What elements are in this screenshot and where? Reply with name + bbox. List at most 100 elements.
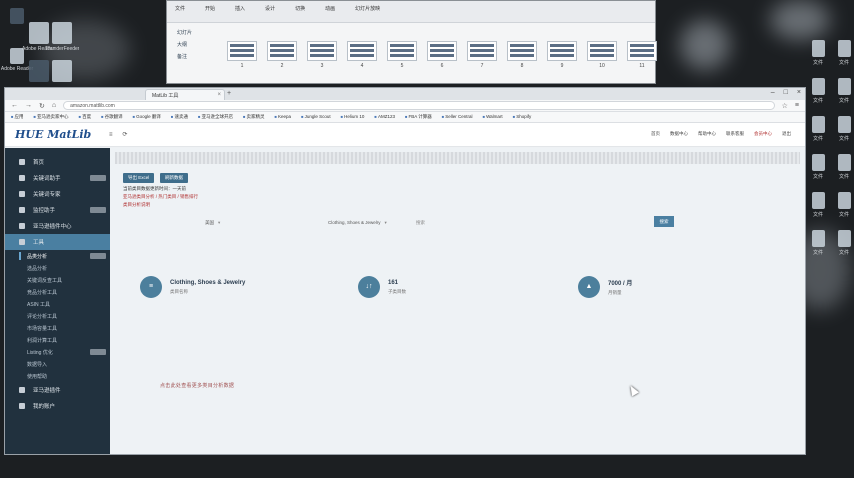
slide-thumbnail[interactable]: 10 <box>587 41 617 69</box>
maximize-icon[interactable]: □ <box>784 89 788 96</box>
app-logo[interactable]: HUE MatLib <box>5 128 109 141</box>
slide-thumbnail[interactable]: 6 <box>427 41 457 69</box>
sidebar-subitem[interactable]: 市场容量工具 <box>5 322 110 334</box>
sidebar-subitem[interactable]: 数据导入 <box>5 358 110 370</box>
topnav-link[interactable]: 帮助中心 <box>698 131 716 137</box>
ribbon-tab[interactable]: 插入 <box>235 5 245 18</box>
menu-icon[interactable]: ≡ <box>795 102 799 109</box>
sidebar-subitem[interactable]: ASIN 工具 <box>5 298 110 310</box>
bookmark-item[interactable]: 卖家精灵 <box>243 114 265 120</box>
bookmark-item[interactable]: Google 翻译 <box>133 114 161 120</box>
bookmark-item[interactable]: 谷歌翻译 <box>101 114 123 120</box>
new-tab-icon[interactable]: + <box>227 90 231 97</box>
sidebar-subitem[interactable]: 使用帮助 <box>5 370 110 382</box>
sidebar-subitem[interactable]: 关键词反查工具 <box>5 274 110 286</box>
star-icon[interactable]: ☆ <box>782 102 788 110</box>
more-data-link[interactable]: 点击此处查看更多类目分析数据 <box>160 382 234 389</box>
desktop-file-icon[interactable]: 文件 <box>831 116 854 142</box>
sidebar-item[interactable]: 关键词专家 <box>5 186 110 202</box>
forward-icon[interactable]: → <box>25 102 32 109</box>
bookmark-item[interactable]: Seller Central <box>442 114 472 120</box>
sidebar-subitem[interactable]: 选品分析 <box>5 262 110 274</box>
bookmark-item[interactable]: 百度 <box>79 114 91 120</box>
desktop-file-icon[interactable]: 文件 <box>831 154 854 180</box>
bookmark-item[interactable]: 速卖通 <box>171 114 188 120</box>
close-icon[interactable]: × <box>217 92 221 98</box>
bookmark-item[interactable]: Jungle Scout <box>301 114 331 120</box>
desktop-file-icon[interactable]: 文件 <box>805 78 831 104</box>
panel-item[interactable]: 大纲 <box>177 41 227 48</box>
desktop-file-icon[interactable]: 文件 <box>831 192 854 218</box>
ribbon-tab[interactable]: 开始 <box>205 5 215 18</box>
slide-thumbnail[interactable]: 1 <box>227 41 257 69</box>
topnav-link[interactable]: 联系客服 <box>726 131 744 137</box>
refresh-data-button[interactable]: 刷新数据 <box>160 173 188 183</box>
desktop-file-icon[interactable]: 文件 <box>831 230 854 256</box>
minimize-icon[interactable]: – <box>771 89 775 96</box>
slide-thumbnail[interactable]: 2 <box>267 41 297 69</box>
back-icon[interactable]: ← <box>11 102 18 109</box>
collapse-menu-icon[interactable]: ≡ <box>109 132 113 138</box>
sidebar-item[interactable]: 我的账户 <box>5 398 110 414</box>
bookmark-item[interactable]: 亚马逊卖家中心 <box>34 114 69 120</box>
sidebar-item[interactable]: 亚马逊插件中心 <box>5 218 110 234</box>
desktop-file-icon[interactable]: 文件 <box>805 192 831 218</box>
search-button[interactable]: 搜索 <box>654 216 674 227</box>
ribbon-tab[interactable]: 幻灯片放映 <box>355 5 380 18</box>
slide-thumbnail[interactable]: 7 <box>467 41 497 69</box>
bookmark-item[interactable]: AMZ123 <box>374 114 395 120</box>
panel-item[interactable]: 备注 <box>177 53 227 60</box>
ribbon-tab[interactable]: 切换 <box>295 5 305 18</box>
slide-thumbnail[interactable]: 8 <box>507 41 537 69</box>
sidebar-item[interactable]: 首页 <box>5 154 110 170</box>
sidebar-subitem[interactable]: 品类分析 <box>5 250 110 262</box>
slide-thumbnail[interactable]: 3 <box>307 41 337 69</box>
desktop-file-icon[interactable]: 文件 <box>831 40 854 66</box>
topnav-link[interactable]: 首页 <box>651 131 660 137</box>
sidebar-item[interactable]: 关键词助手 <box>5 170 110 186</box>
bookmark-item[interactable]: FBA 计算器 <box>405 114 432 120</box>
category-select[interactable]: Clothing, Shoes & Jewelry ▾ <box>328 220 387 226</box>
topnav-link[interactable]: 会员中心 <box>754 131 772 137</box>
desktop-file-icon[interactable]: 文件 <box>831 78 854 104</box>
slide-thumbnail[interactable]: 4 <box>347 41 377 69</box>
sidebar-subitem[interactable]: 评论分析工具 <box>5 310 110 322</box>
bookmark-item[interactable]: 应用 <box>11 114 24 120</box>
site-select[interactable]: 美国 ▾ <box>205 220 220 226</box>
category-breadcrumb[interactable]: 亚马逊类目分析 / 热门类目 / 销售排行 <box>123 194 198 200</box>
topnav-link[interactable]: 数据中心 <box>670 131 688 137</box>
desktop-file-icon[interactable]: 文件 <box>805 230 831 256</box>
ribbon-tab[interactable]: 文件 <box>175 5 185 18</box>
sidebar-item[interactable]: 监控助手 <box>5 202 110 218</box>
home-icon[interactable]: ⌂ <box>52 102 56 109</box>
reload-icon[interactable]: ↻ <box>39 102 45 110</box>
panel-item[interactable]: 幻灯片 <box>177 29 227 36</box>
ribbon-tab[interactable]: 设计 <box>265 5 275 18</box>
slide-thumbnail[interactable]: 9 <box>547 41 577 69</box>
export-button[interactable]: 导出 Excel <box>123 173 155 183</box>
desktop-icon-thunderfeeder[interactable]: ThunderFeeder <box>45 22 79 52</box>
topnav-link[interactable]: 退出 <box>782 131 791 137</box>
browser-tab[interactable]: MatLib 工具 × <box>145 89 225 100</box>
desktop-file-icon[interactable]: 文件 <box>805 154 831 180</box>
sidebar-subitem[interactable]: 竞品分析工具 <box>5 286 110 298</box>
keyword-input[interactable]: 搜索 <box>416 220 425 226</box>
bookmark-item[interactable]: Helium 10 <box>341 114 364 120</box>
slide-thumbnail[interactable]: 5 <box>387 41 417 69</box>
url-input[interactable]: amazon.mattlib.com <box>63 101 775 110</box>
sidebar-subitem[interactable]: 利润计算工具 <box>5 334 110 346</box>
desktop-file-icon[interactable]: 文件 <box>805 116 831 142</box>
desktop-icon[interactable] <box>45 60 79 82</box>
background-presentation-window[interactable]: 文件 开始 插入 设计 切换 动画 幻灯片放映 幻灯片大纲备注 1 2 3 4 5 6 7 8 9 10 11 <box>166 0 657 84</box>
bookmark-item[interactable]: Shopify <box>513 114 531 120</box>
refresh-icon[interactable]: ⟳ <box>123 131 128 138</box>
bookmark-item[interactable]: Walmart <box>483 114 503 120</box>
sidebar-subitem[interactable]: Listing 优化 <box>5 346 110 358</box>
desktop-file-icon[interactable]: 文件 <box>805 40 831 66</box>
sidebar-item[interactable]: 工具 <box>5 234 110 250</box>
slide-thumbnail[interactable]: 11 <box>627 41 657 69</box>
sidebar-item[interactable]: 亚马逊插件 <box>5 382 110 398</box>
bookmark-item[interactable]: 亚马逊全球开店 <box>198 114 233 120</box>
ribbon-tab[interactable]: 动画 <box>325 5 335 18</box>
close-window-icon[interactable]: × <box>797 89 801 96</box>
